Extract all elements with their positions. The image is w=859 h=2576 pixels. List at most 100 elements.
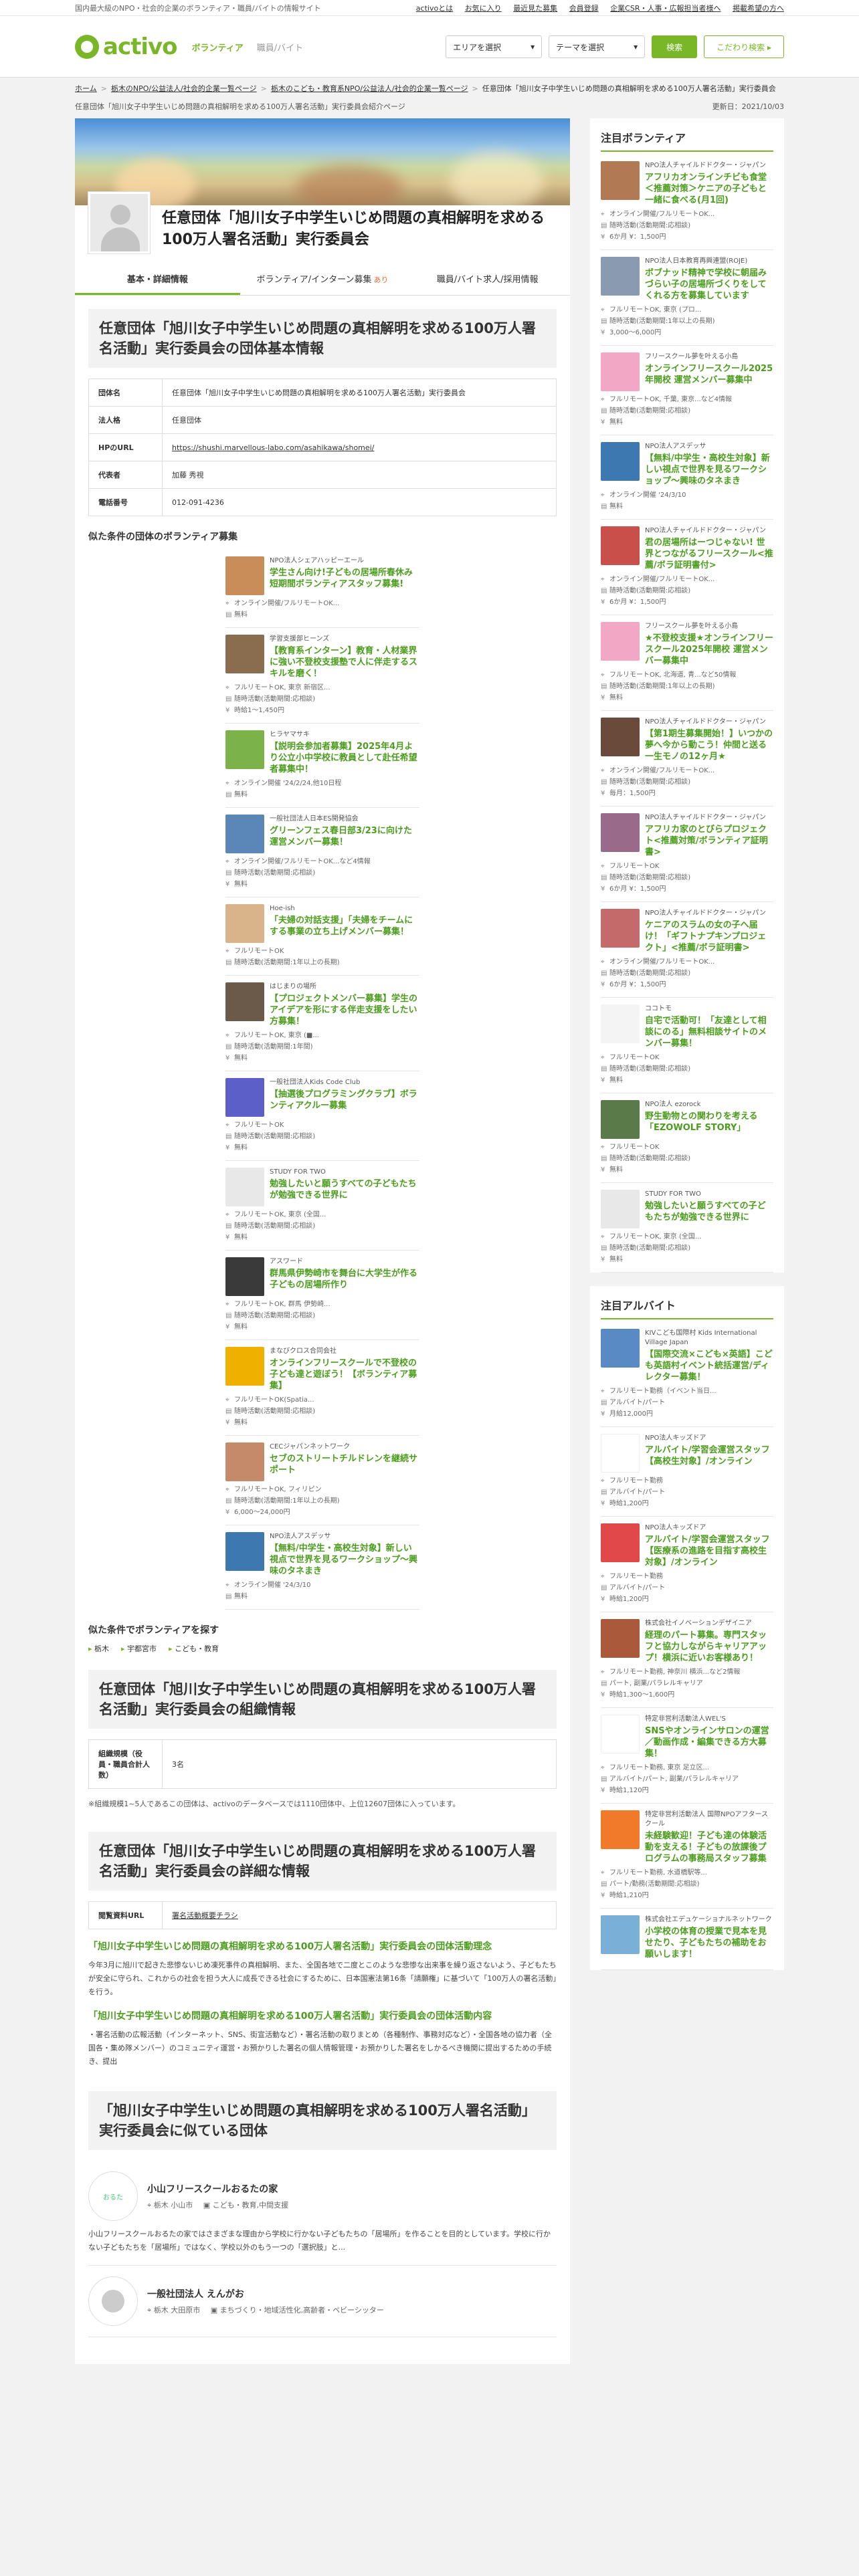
- card-title[interactable]: ★不登校支援★オンラインフリースクール2025年開校 運営メンバー募集中: [645, 633, 773, 667]
- card-title[interactable]: 【教育系インターン】教育・人材業界に強い不登校支援塾で人に伴走するスキルを磨く！: [270, 645, 419, 679]
- card-title[interactable]: 勉強したいと願うすべての子どもたちが勉強できる世界に: [270, 1178, 419, 1201]
- tag-education[interactable]: こども・教育: [169, 1643, 219, 1654]
- list-item[interactable]: NPO法人チャイルドドクター・ジャパン 【第1期生募集開始！】いつかの夢へ今から動…: [601, 711, 773, 807]
- card-meta: ⌖ フルリモートOK ▤ 随時活動(活動期間:応相談) ¥6か月 ¥：1,500円: [601, 861, 773, 895]
- card-title[interactable]: 経理のパート募集。専門スタッフと協力しながらキャリアアップ！横浜に近いお客様あり…: [645, 1630, 773, 1664]
- link-favorites[interactable]: お気に入り: [465, 4, 502, 13]
- card-title[interactable]: 野生動物との関わりを考える「EZOWOLF STORY」: [645, 1111, 773, 1134]
- list-item[interactable]: 特定非営利活動法人 国際NPOアフタースクール 未経験歓迎！子ども達の体験活動を支…: [601, 1804, 773, 1909]
- list-item[interactable]: アスワード 群馬県伊勢崎市を舞台に大学生が作る子どもの居場所作り ⌖ フルリモートOK…: [225, 1251, 419, 1340]
- list-item[interactable]: NPO法人チャイルドドクター・ジャパン アフリカオンラインチビも食堂＜推薦対策＞ケ…: [601, 154, 773, 250]
- list-item[interactable]: 株式会社エデュケーショナルネットワーク 小学校の体育の授業で見本を見せたり、子ども…: [601, 1909, 773, 1970]
- card-title[interactable]: 君の居場所はーつじゃない! 世界とつながるフリースクール<推薦/ボラ証明書付>: [645, 537, 773, 571]
- card-title[interactable]: アルバイト/学習会運営スタッフ【高校生対象】/オンライン: [645, 1444, 773, 1467]
- list-item[interactable]: NPO法人キッズドア アルバイト/学習会運営スタッフ【医療系の進路を目指す高校生対…: [601, 1517, 773, 1612]
- list-item[interactable]: KIVこども国際村 Kids International Village Jap…: [601, 1322, 773, 1427]
- nav-tab-volunteer[interactable]: ボランティア: [192, 41, 244, 53]
- card-title[interactable]: ボブナッド精神で学校に朝届みづらい子の居場所づくりをしてくれる方を募集しています: [645, 267, 773, 302]
- list-item[interactable]: まなびクロス合同会社 オンラインフリースクールで不登校の子ども達と遊ぼう！【ボラン…: [225, 1340, 419, 1436]
- list-item[interactable]: Hoe-ish 「夫婦の対話支援」「夫婦をチームにする事業の立ち上げメンバー募集！…: [225, 897, 419, 976]
- list-item[interactable]: NPO法人チャイルドドクター・ジャパン ケニアのスラムの女の子へ届け！「ギフトナプ…: [601, 902, 773, 998]
- list-item[interactable]: NPO法人チャイルドドクター・ジャパン アフリカ家のとびらプロジェクト<推薦対策/…: [601, 807, 773, 902]
- card-title[interactable]: ケニアのスラムの女の子へ届け！「ギフトナプキンプロジェクト」<推薦/ボラ証明書>: [645, 920, 773, 954]
- list-item[interactable]: 特定非営利活動法人WEL'S SNSやオンラインサロンの運営／動画作成・編集できる…: [601, 1708, 773, 1804]
- similar-org-item[interactable]: 一般社団法人 えんがお ⌖ 栃木 大田原市 ▣ まちづくり・地域活性化,高齢者・…: [88, 2266, 557, 2337]
- basic-info-table: 団体名 任意団体「旭川女子中学生いじめ問題の真相解明を求める100万人署名活動」実…: [88, 379, 557, 516]
- similar-org-item[interactable]: おるた 小山フリースクールおるたの家 ⌖ 栃木 小山市 ▣ こども・教育,中間支…: [88, 2161, 557, 2266]
- card-title[interactable]: 小学校の体育の授業で見本を見せたり、子どもたちの補助をお願いします！: [645, 1926, 773, 1960]
- list-item[interactable]: NPO法人シェアハッピーエール 学生さん向け!子どもの居場所春休み短期間ボランティ…: [225, 550, 419, 628]
- card-title[interactable]: 「夫婦の対話支援」「夫婦をチームにする事業の立ち上げメンバー募集！: [270, 915, 419, 938]
- card-thumbnail: [225, 904, 264, 943]
- tab-volunteer[interactable]: ボランティア/インターン募集 あり: [240, 264, 405, 295]
- detail-search-button[interactable]: こだわり検索 ▸: [704, 35, 784, 58]
- org-title: 任意団体「旭川女子中学生いじめ問題の真相解明を求める100万人署名活動」実行委員…: [162, 210, 545, 248]
- list-item[interactable]: CECジャパンネットワーク セブのストリートチルドレンを継続サポート ⌖ フルリモート…: [225, 1436, 419, 1525]
- tab-basic-info[interactable]: 基本・詳細情報: [75, 264, 240, 295]
- breadcrumb-tochigi[interactable]: 栃木のNPO/公益法人/社会的企業一覧ページ: [111, 84, 257, 93]
- area-select[interactable]: エリアを選択 ▾: [446, 35, 543, 58]
- list-item[interactable]: STUDY FOR TWO 勉強したいと願うすべての子どもたちが勉強できる世界に ⌖…: [225, 1161, 419, 1251]
- list-item[interactable]: ヒラヤマサキ 【説明会参加者募集】2025年4月より公立小中学校に教員として赴任希…: [225, 724, 419, 808]
- search-button[interactable]: 検索: [652, 35, 698, 58]
- pin-icon: ⌖: [601, 1477, 605, 1485]
- list-item[interactable]: NPO法人チャイルドドクター・ジャパン 君の居場所はーつじゃない! 世界とつながる…: [601, 520, 773, 615]
- list-item[interactable]: 株式会社イノベーションデザイニア 経理のパート募集。専門スタッフと協力しながらキャ…: [601, 1612, 773, 1708]
- tag-utsunomiya[interactable]: 宇都宮市: [121, 1643, 157, 1654]
- material-link[interactable]: 署名活動概要チラシ: [162, 1901, 557, 1929]
- card-title[interactable]: オンラインフリースクールで不登校の子ども達と遊ぼう！【ボランティア募集】: [270, 1358, 419, 1392]
- breadcrumb-tochigi-education[interactable]: 栃木のこども・教育系NPO/公益法人/社会的企業一覧ページ: [271, 84, 468, 93]
- list-item[interactable]: ココトモ 自宅で活動可！「友達として相談にのる」無料相談サイトのメンバー募集！ ⌖ フ…: [601, 998, 773, 1093]
- list-item[interactable]: 一般社団法人Kids Code Club 【抽選後プログラミングクラブ】ボランティ…: [225, 1071, 419, 1161]
- card-title[interactable]: 【抽選後プログラミングクラブ】ボランティアクルー募集: [270, 1089, 419, 1111]
- list-item[interactable]: STUDY FOR TWO 勉強したいと願うすべての子どもたちが勉強できる世界に ⌖…: [601, 1183, 773, 1273]
- card-title[interactable]: 自宅で活動可！「友達として相談にのる」無料相談サイトのメンバー募集！: [645, 1015, 773, 1049]
- card-title[interactable]: 【国際交流×こども×英語】こども英語村イベント統括運営/ディレクター募集！: [645, 1349, 773, 1383]
- theme-select-label: テーマを選択: [556, 42, 605, 52]
- org-logo: おるた: [88, 2171, 138, 2221]
- link-post-listing[interactable]: 掲載希望の方へ: [733, 4, 784, 13]
- card-title[interactable]: 群馬県伊勢崎市を舞台に大学生が作る子どもの居場所作り: [270, 1268, 419, 1291]
- list-item[interactable]: NPO法人キッズドア アルバイト/学習会運営スタッフ【高校生対象】/オンライン ⌖ フ…: [601, 1427, 773, 1517]
- link-about[interactable]: activoとは: [416, 4, 453, 13]
- card-title[interactable]: 勉強したいと願うすべての子どもたちが勉強できる世界に: [645, 1200, 773, 1223]
- link-csr[interactable]: 企業CSR・人事・広報担当者様へ: [610, 4, 721, 13]
- list-item[interactable]: はじまりの場所 【プロジェクトメンバー募集】学生のアイデアを形にする伴走支援をした…: [225, 976, 419, 1071]
- homepage-link[interactable]: https://shushi.marvellous-labo.com/asahi…: [162, 433, 557, 461]
- list-item[interactable]: NPO法人日本教育再興連盟(ROJE) ボブナッド精神で学校に朝届みづらい子の居場…: [601, 250, 773, 346]
- breadcrumb-home[interactable]: ホーム: [75, 84, 97, 93]
- link-register[interactable]: 会員登録: [569, 4, 599, 13]
- list-item[interactable]: フリースクール夢を叶える小島オンラインフリースクール2025年開校 運営メンバー…: [601, 346, 773, 435]
- featured-volunteer-title: 注目ボランティア: [601, 129, 773, 152]
- card-title[interactable]: アフリカオンラインチビも食堂＜推薦対策＞ケニアの子どもと一緒に食べる(月1回): [645, 172, 773, 206]
- card-org: フリースクール夢を叶える小島: [645, 353, 739, 360]
- list-item[interactable]: NPO法人アスデッサ 【無料/中学生・高校生対象】新しい視点で世界を見るワークショ…: [225, 1525, 419, 1610]
- card-title[interactable]: 【説明会参加者募集】2025年4月より公立小中学校に教員として赴任希望者募集中！: [270, 741, 419, 775]
- list-item[interactable]: フリースクール夢を叶える小島 ★不登校支援★オンラインフリースクール2025年開校…: [601, 615, 773, 711]
- link-recently-viewed[interactable]: 最近見た募集: [513, 4, 557, 13]
- pin-icon: ⌖: [601, 211, 605, 218]
- theme-select[interactable]: テーマを選択 ▾: [549, 35, 646, 58]
- tag-tochigi[interactable]: 栃木: [88, 1643, 109, 1654]
- card-title[interactable]: SNSやオンラインサロンの運営／動画作成・編集できる方大募集！: [645, 1725, 773, 1759]
- calendar-icon: ▤: [225, 1497, 232, 1505]
- card-title[interactable]: アフリカ家のとびらプロジェクト<推薦対策/ボランティア証明書>: [645, 824, 773, 858]
- card-title[interactable]: アルバイト/学習会運営スタッフ【医療系の進路を目指す高校生対象】/オンライン: [645, 1534, 773, 1568]
- card-title[interactable]: 【無料/中学生・高校生対象】新しい視点で世界を見るワークショップ～興味のタネまき: [270, 1543, 419, 1577]
- site-logo[interactable]: activo: [75, 33, 178, 60]
- list-item[interactable]: 一般社団法人日本ES開発協会 グリーンフェス春日部3/23に向けた運営メンバー募集…: [225, 808, 419, 897]
- card-meta-text: フルリモート勤務: [609, 1573, 663, 1580]
- list-item[interactable]: 学習支援部ヒーンズ 【教育系インターン】教育・人材業界に強い不登校支援塾で人に伴走…: [225, 628, 419, 724]
- card-title[interactable]: オンラインフリースクール2025年開校 運営メンバー募集中: [645, 363, 773, 386]
- list-item[interactable]: NPO法人アスデッサ 【無料/中学生・高校生対象】新しい視点で世界を見るワークショ…: [601, 435, 773, 520]
- card-title[interactable]: 【プロジェクトメンバー募集】学生のアイデアを形にする伴走支援をしたい方募集！: [270, 993, 419, 1027]
- card-title[interactable]: 学生さん向け!子どもの居場所春休み短期間ボランティアスタッフ募集!: [270, 567, 419, 590]
- card-title[interactable]: 【無料/中学生・高校生対象】新しい視点で世界を見るワークショップ～興味のタネまき: [645, 453, 773, 487]
- nav-tab-job[interactable]: 職員/バイト: [257, 41, 303, 53]
- card-title[interactable]: セブのストリートチルドレンを継続サポート: [270, 1453, 419, 1476]
- card-title[interactable]: 未経験歓迎！子ども達の体験活動を支える！子どもの放課後プログラムの事務局スタッフ…: [645, 1830, 773, 1864]
- list-item[interactable]: NPO法人 ezorock 野生動物との関わりを考える「EZOWOLF STORY…: [601, 1093, 773, 1183]
- card-title[interactable]: 【第1期生募集開始！】いつかの夢へ今から動こう！仲間と送る一生モノの12ヶ月★: [645, 728, 773, 762]
- card-title[interactable]: グリーンフェス春日部3/23に向けた運営メンバー募集！: [270, 825, 419, 848]
- tab-jobs[interactable]: 職員/バイト求人/採用情報: [405, 264, 570, 295]
